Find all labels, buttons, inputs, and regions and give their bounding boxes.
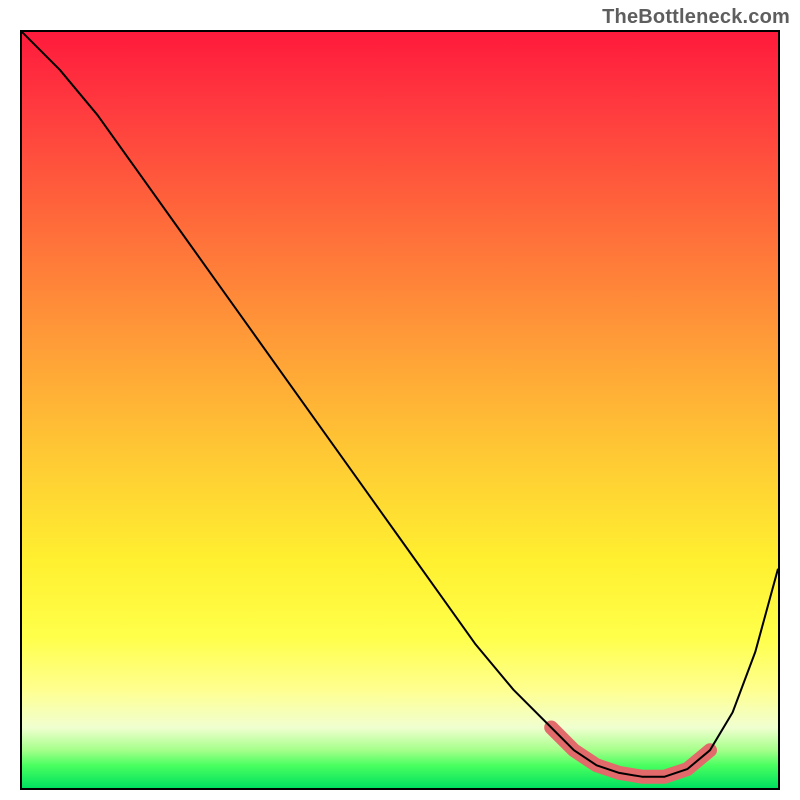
attribution-text: TheBottleneck.com <box>602 6 790 29</box>
chart-container: TheBottleneck.com <box>0 0 800 800</box>
bottleneck-curve <box>22 32 778 777</box>
plot-area <box>20 30 780 790</box>
curve-layer <box>22 32 778 788</box>
